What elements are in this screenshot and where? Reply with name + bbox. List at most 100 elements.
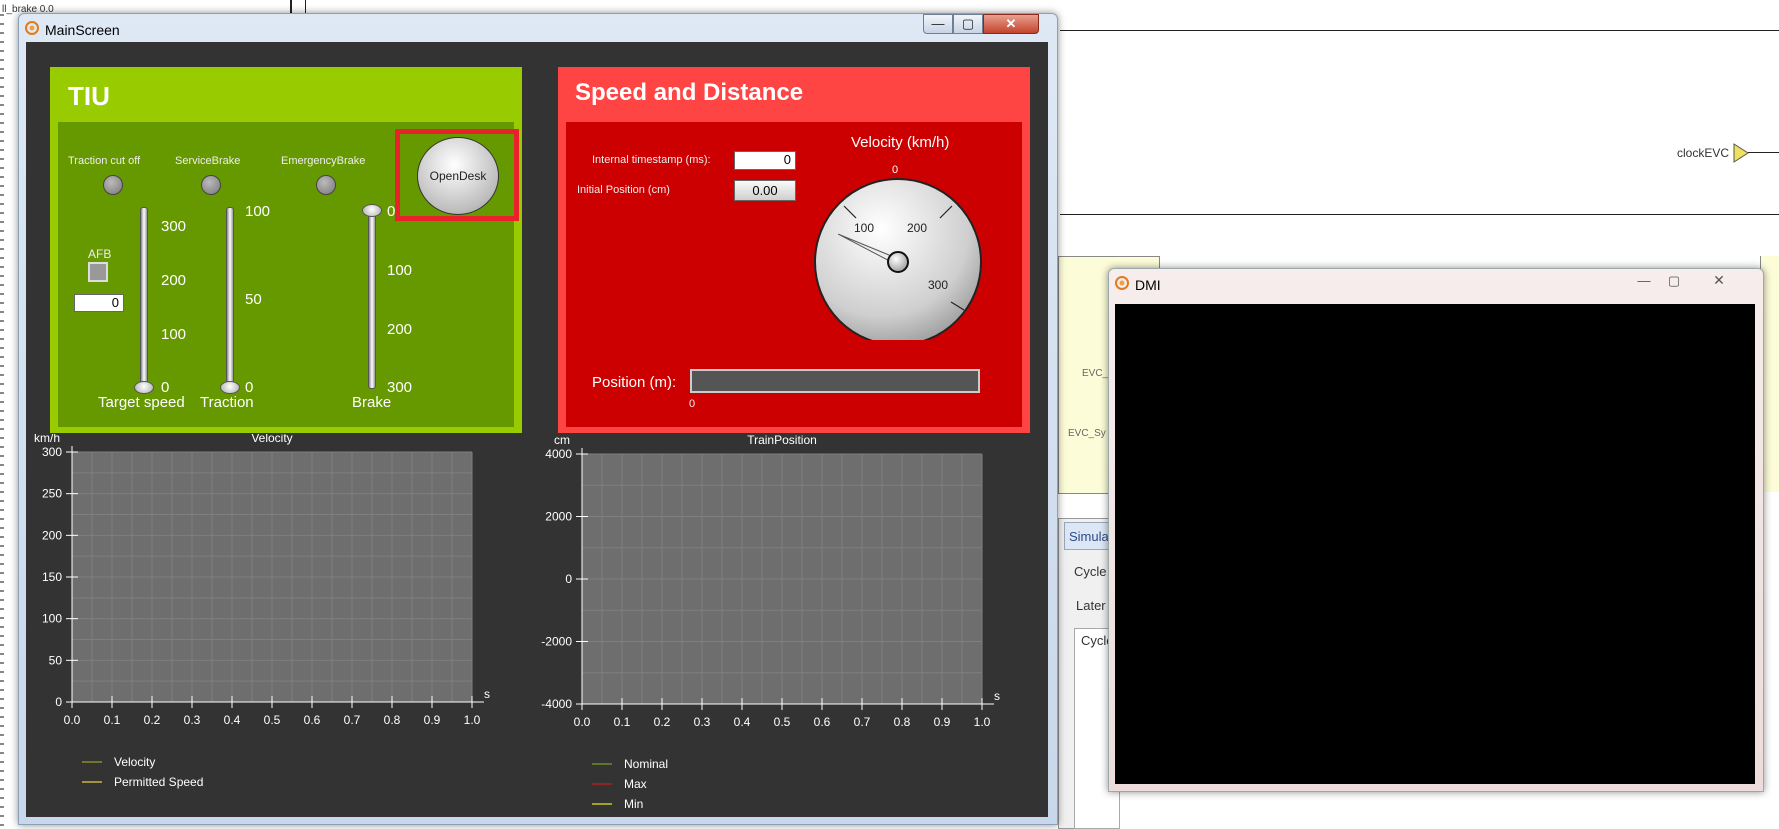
bg-stripe (0, 167, 4, 169)
x-tick-label: 0.1 (104, 713, 121, 727)
bg-stripe (0, 608, 4, 610)
initial-position-label: Initial Position (cm) (577, 184, 670, 196)
bg-stripe (0, 356, 4, 358)
y-tick-label: -4000 (541, 697, 572, 711)
bg-stripe (0, 275, 4, 277)
bg-stripe (0, 509, 4, 511)
bg-stripe (0, 50, 4, 52)
bg-stripe (0, 671, 4, 673)
bg-stripe (0, 113, 4, 115)
brake-slider-track[interactable] (368, 207, 376, 389)
x-tick-label: 0.2 (144, 713, 161, 727)
bg-stripe (0, 122, 4, 124)
bg-line (1748, 152, 1779, 153)
close-button[interactable]: ✕ (983, 14, 1039, 34)
bg-stripe (0, 239, 4, 241)
maximize-button[interactable]: ▢ (953, 14, 983, 34)
service-brake-label: ServiceBrake (175, 155, 241, 167)
x-tick-label: 0.3 (694, 715, 711, 729)
bg-stripe (0, 311, 4, 313)
initial-position-field[interactable]: 0.00 (734, 180, 796, 201)
bg-stripe (0, 203, 4, 205)
bg-stripe (0, 491, 4, 493)
bg-stripe (0, 68, 4, 70)
bg-stripe (0, 176, 4, 178)
afb-value-field[interactable]: 0 (74, 294, 124, 312)
timestamp-field[interactable]: 0 (734, 151, 796, 170)
traction-cut-off-label: Traction cut off (68, 155, 141, 167)
y-tick-label: 200 (42, 528, 62, 542)
dmi-minimize-button[interactable]: — (1631, 273, 1657, 291)
x-tick-label: 0.7 (854, 715, 871, 729)
timestamp-label: Internal timestamp (ms): (592, 154, 711, 166)
bg-stripe (0, 662, 4, 664)
chart-title: TrainPosition (747, 434, 817, 447)
x-tick-label: 1.0 (974, 715, 991, 729)
mainscreen-titlebar[interactable]: MainScreen — ▢ ✕ (19, 14, 1057, 42)
traction-slider-track[interactable] (226, 207, 234, 389)
bg-stripe (0, 806, 4, 808)
bg-stripe (0, 212, 4, 214)
y-tick-label: 250 (42, 487, 62, 501)
bg-stripe (0, 779, 4, 781)
minimize-button[interactable]: — (923, 14, 953, 34)
dmi-maximize-button[interactable]: ▢ (1661, 273, 1687, 291)
speed-distance-panel: Speed and Distance Internal timestamp (m… (558, 67, 1030, 433)
bg-stripe (0, 824, 4, 826)
bg-stripe (0, 446, 4, 448)
tiu-panel: TIU Traction cut off ServiceBrake Emerge… (50, 67, 522, 433)
bg-side-label: EVC_Sy (1068, 428, 1106, 439)
target-speed-slider-handle[interactable] (134, 381, 154, 394)
bg-stripe (0, 23, 4, 25)
y-tick-label: 4000 (545, 447, 572, 461)
gauge-tick: 0 (892, 164, 899, 176)
x-axis-label: s (484, 687, 490, 701)
x-tick-label: 1.0 (464, 713, 481, 727)
target-speed-label: Target speed (98, 394, 185, 411)
bg-stripe (0, 554, 4, 556)
bg-stripe (0, 581, 4, 583)
x-tick-label: 0.7 (344, 713, 361, 727)
target-speed-tick: 300 (161, 218, 187, 235)
bg-stripe (0, 410, 4, 412)
bg-stripe (0, 374, 4, 376)
bg-stripe (0, 788, 4, 790)
y-tick-label: -2000 (541, 635, 572, 649)
bg-stripe (0, 734, 4, 736)
brake-label: Brake (352, 394, 392, 411)
traction-label: Traction (200, 394, 254, 411)
dmi-titlebar[interactable]: DMI — ▢ ✕ (1109, 269, 1763, 297)
bg-stripe (0, 293, 4, 295)
emergency-brake-label: EmergencyBrake (281, 155, 366, 167)
bg-cycle-label: Cycle (1074, 564, 1107, 579)
dmi-close-button[interactable]: ✕ (1699, 272, 1739, 290)
brake-slider-handle[interactable] (362, 204, 382, 217)
y-axis-label: cm (554, 434, 570, 447)
open-desk-button[interactable]: OpenDesk (417, 137, 499, 215)
afb-checkbox[interactable] (88, 262, 108, 282)
velocity-gauge-label: Velocity (km/h) (851, 134, 950, 151)
target-speed-slider-track[interactable] (140, 207, 148, 389)
afb-label: AFB (88, 247, 112, 261)
gauge-tick: 200 (907, 221, 928, 235)
legend-label: Max (624, 777, 647, 791)
train-position-chart-svg: 0.0 0.1 0.2 0.3 0.4 0.5 0.6 0.7 0.8 0.9 1.0 -4000 -2… (541, 433, 1000, 811)
bg-stripe (0, 392, 4, 394)
mainscreen-window: MainScreen — ▢ ✕ TIU Traction cut off Se… (18, 13, 1058, 825)
bg-stripe (0, 419, 4, 421)
brake-tick: 100 (387, 262, 413, 279)
traction-slider-handle[interactable] (220, 381, 240, 394)
brake-tick: 0 (387, 203, 396, 220)
bg-clock-label: clockEVC (1677, 146, 1730, 160)
traction-tick: 50 (245, 291, 262, 308)
bg-later-label: Later (1076, 598, 1106, 613)
bg-stripe (0, 572, 4, 574)
bg-stripe (0, 707, 4, 709)
bg-stripe (0, 527, 4, 529)
dmi-display[interactable] (1115, 304, 1755, 784)
bg-stripe (0, 158, 4, 160)
legend-label: Nominal (624, 757, 668, 771)
bg-stripe (0, 41, 4, 43)
bg-stripe (0, 500, 4, 502)
speed-distance-title: Speed and Distance (575, 79, 804, 106)
